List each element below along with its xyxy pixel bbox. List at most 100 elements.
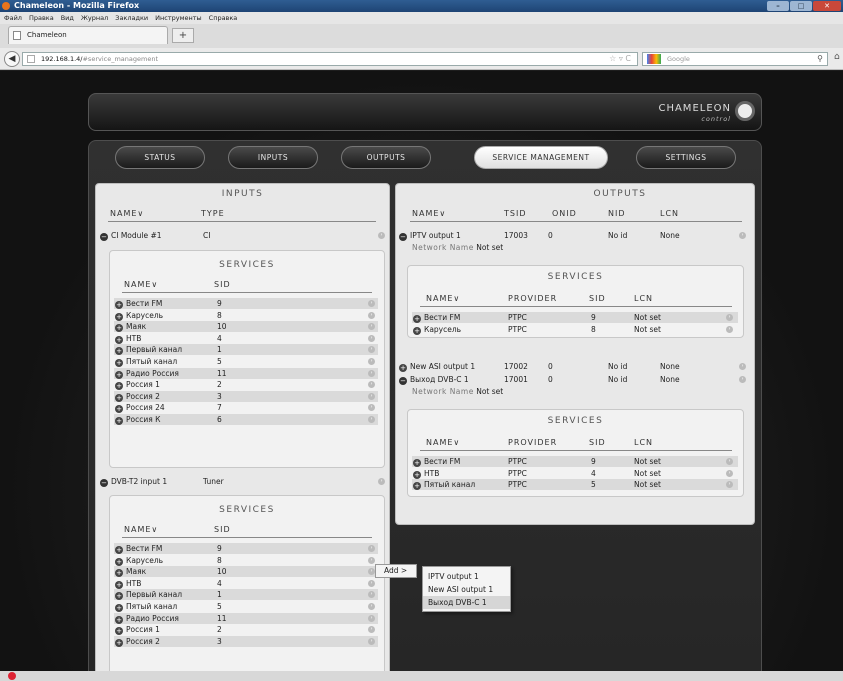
add-icon[interactable]: + <box>115 569 123 578</box>
service-row[interactable]: + Карусель <box>115 310 163 321</box>
chevron-right-icon[interactable]: › <box>739 232 746 239</box>
chevron-right-icon[interactable]: › <box>368 416 375 423</box>
add-icon[interactable]: + <box>115 615 123 624</box>
chevron-right-icon[interactable]: › <box>739 363 746 370</box>
chevron-right-icon[interactable]: › <box>739 376 746 383</box>
chevron-right-icon[interactable]: › <box>368 300 375 307</box>
add-icon[interactable]: + <box>115 359 123 367</box>
chevron-right-icon[interactable]: › <box>726 469 733 477</box>
menu-edit[interactable]: Правка <box>29 14 54 22</box>
chevron-right-icon[interactable]: › <box>726 325 733 333</box>
service-row[interactable]: + НТВ <box>115 578 141 589</box>
input-row-ci-module[interactable]: − CI Module #1 <box>100 230 162 241</box>
chevron-right-icon[interactable]: › <box>368 545 375 552</box>
collapse-icon[interactable]: − <box>100 233 108 241</box>
collapse-icon[interactable]: − <box>399 377 407 385</box>
menu-item-asi-output[interactable]: New ASI output 1 <box>423 583 510 596</box>
service-row[interactable]: + Россия 1 <box>115 624 160 636</box>
add-icon[interactable]: + <box>115 417 123 425</box>
add-icon[interactable]: + <box>115 627 123 636</box>
output-row-asi[interactable]: + New ASI output 1 <box>399 361 475 372</box>
service-row[interactable]: + Пятый канал <box>115 356 177 367</box>
menu-file[interactable]: Файл <box>4 14 22 22</box>
chevron-right-icon[interactable]: › <box>726 314 733 321</box>
chevron-right-icon[interactable]: › <box>368 369 375 377</box>
outputs-col-name[interactable]: NAME∨ <box>412 209 446 218</box>
chevron-right-icon[interactable]: › <box>368 404 375 412</box>
search-icon[interactable]: ⚲ <box>817 53 823 65</box>
add-icon[interactable]: + <box>115 393 123 402</box>
service-row[interactable]: + Вести FM <box>413 456 460 467</box>
service-row[interactable]: + Россия 24 <box>115 402 165 414</box>
service-row[interactable]: + Россия 1 <box>115 379 160 391</box>
add-icon[interactable]: + <box>413 482 421 490</box>
add-icon[interactable]: + <box>115 604 123 612</box>
chevron-right-icon[interactable]: › <box>368 626 375 634</box>
output-row-dvbc[interactable]: − Выход DVB-C 1 <box>399 374 469 385</box>
add-icon[interactable]: + <box>115 546 123 554</box>
chevron-right-icon[interactable]: › <box>726 458 733 465</box>
chevron-right-icon[interactable]: › <box>368 358 375 365</box>
add-icon[interactable]: + <box>413 470 421 479</box>
service-row[interactable]: + НТВ <box>413 468 439 479</box>
menu-view[interactable]: Вид <box>61 14 74 22</box>
add-icon[interactable]: + <box>115 557 123 566</box>
menu-item-dvbc-output[interactable]: Выход DVB-C 1 <box>423 596 510 609</box>
tab-outputs[interactable]: OUTPUTS <box>341 146 431 169</box>
back-arrow-icon[interactable]: ◀ <box>4 51 20 67</box>
menu-bookmarks[interactable]: Закладки <box>115 14 148 22</box>
menu-history[interactable]: Журнал <box>81 14 108 22</box>
add-icon[interactable]: + <box>115 335 123 344</box>
chevron-right-icon[interactable]: › <box>368 381 375 389</box>
url-input[interactable]: 192.168.1.4/#service_management ☆ ▿ C <box>22 52 638 66</box>
chevron-right-icon[interactable]: › <box>368 311 375 319</box>
add-icon[interactable]: + <box>115 347 123 356</box>
service-row[interactable]: + Первый канал <box>115 344 182 356</box>
service-row[interactable]: + Вести FM <box>115 298 162 309</box>
service-row[interactable]: + Вести FM <box>115 543 162 554</box>
add-icon[interactable]: + <box>115 301 123 309</box>
add-icon[interactable]: + <box>413 315 421 323</box>
service-row[interactable]: + Карусель <box>413 324 461 335</box>
add-icon[interactable]: + <box>115 370 123 379</box>
input-row-dvb-t2[interactable]: − DVB-T2 input 1 <box>100 476 167 487</box>
chevron-right-icon[interactable]: › <box>368 579 375 587</box>
chevron-right-icon[interactable]: › <box>726 481 733 488</box>
bookmark-star-icon[interactable]: ☆ ▿ C <box>609 53 631 65</box>
expand-icon[interactable]: + <box>399 364 407 372</box>
service-row[interactable]: + Россия 2 <box>115 391 160 402</box>
service-row[interactable]: + Карусель <box>115 555 163 566</box>
add-icon[interactable]: + <box>413 326 421 335</box>
service-row[interactable]: + Пятый канал <box>115 601 177 612</box>
services-col-name[interactable]: NAME∨ <box>124 525 158 534</box>
inputs-col-name[interactable]: NAME∨ <box>110 209 144 218</box>
chevron-right-icon[interactable]: › <box>378 232 385 239</box>
minimize-button[interactable]: – <box>767 1 789 11</box>
service-row[interactable]: + Россия 2 <box>115 636 160 647</box>
chevron-right-icon[interactable]: › <box>368 603 375 610</box>
service-row[interactable]: + Радио Россия <box>115 368 179 379</box>
menu-item-iptv-output[interactable]: IPTV output 1 <box>423 570 510 583</box>
output-row-iptv[interactable]: − IPTV output 1 <box>399 230 461 241</box>
tab-inputs[interactable]: INPUTS <box>228 146 318 169</box>
search-input[interactable]: Google ⚲ <box>642 52 828 66</box>
add-icon[interactable]: + <box>115 312 123 321</box>
chevron-right-icon[interactable]: › <box>368 392 375 400</box>
new-tab-button[interactable]: + <box>172 28 194 43</box>
add-icon[interactable]: + <box>115 638 123 647</box>
add-icon[interactable]: + <box>115 324 123 333</box>
services-col-name[interactable]: NAME∨ <box>426 438 460 447</box>
chevron-right-icon[interactable]: › <box>368 614 375 622</box>
maximize-button[interactable]: □ <box>790 1 812 11</box>
chevron-right-icon[interactable]: › <box>368 334 375 342</box>
add-icon[interactable]: + <box>115 592 123 601</box>
menu-tools[interactable]: Инструменты <box>155 14 202 22</box>
service-row[interactable]: + Вести FM <box>413 312 460 323</box>
collapse-icon[interactable]: − <box>399 233 407 241</box>
chevron-right-icon[interactable]: › <box>378 478 385 485</box>
add-icon[interactable]: + <box>115 580 123 589</box>
service-row[interactable]: + Маяк <box>115 566 146 578</box>
services-col-name[interactable]: NAME∨ <box>124 280 158 289</box>
services-col-name[interactable]: NAME∨ <box>426 294 460 303</box>
add-icon[interactable]: + <box>413 459 421 467</box>
